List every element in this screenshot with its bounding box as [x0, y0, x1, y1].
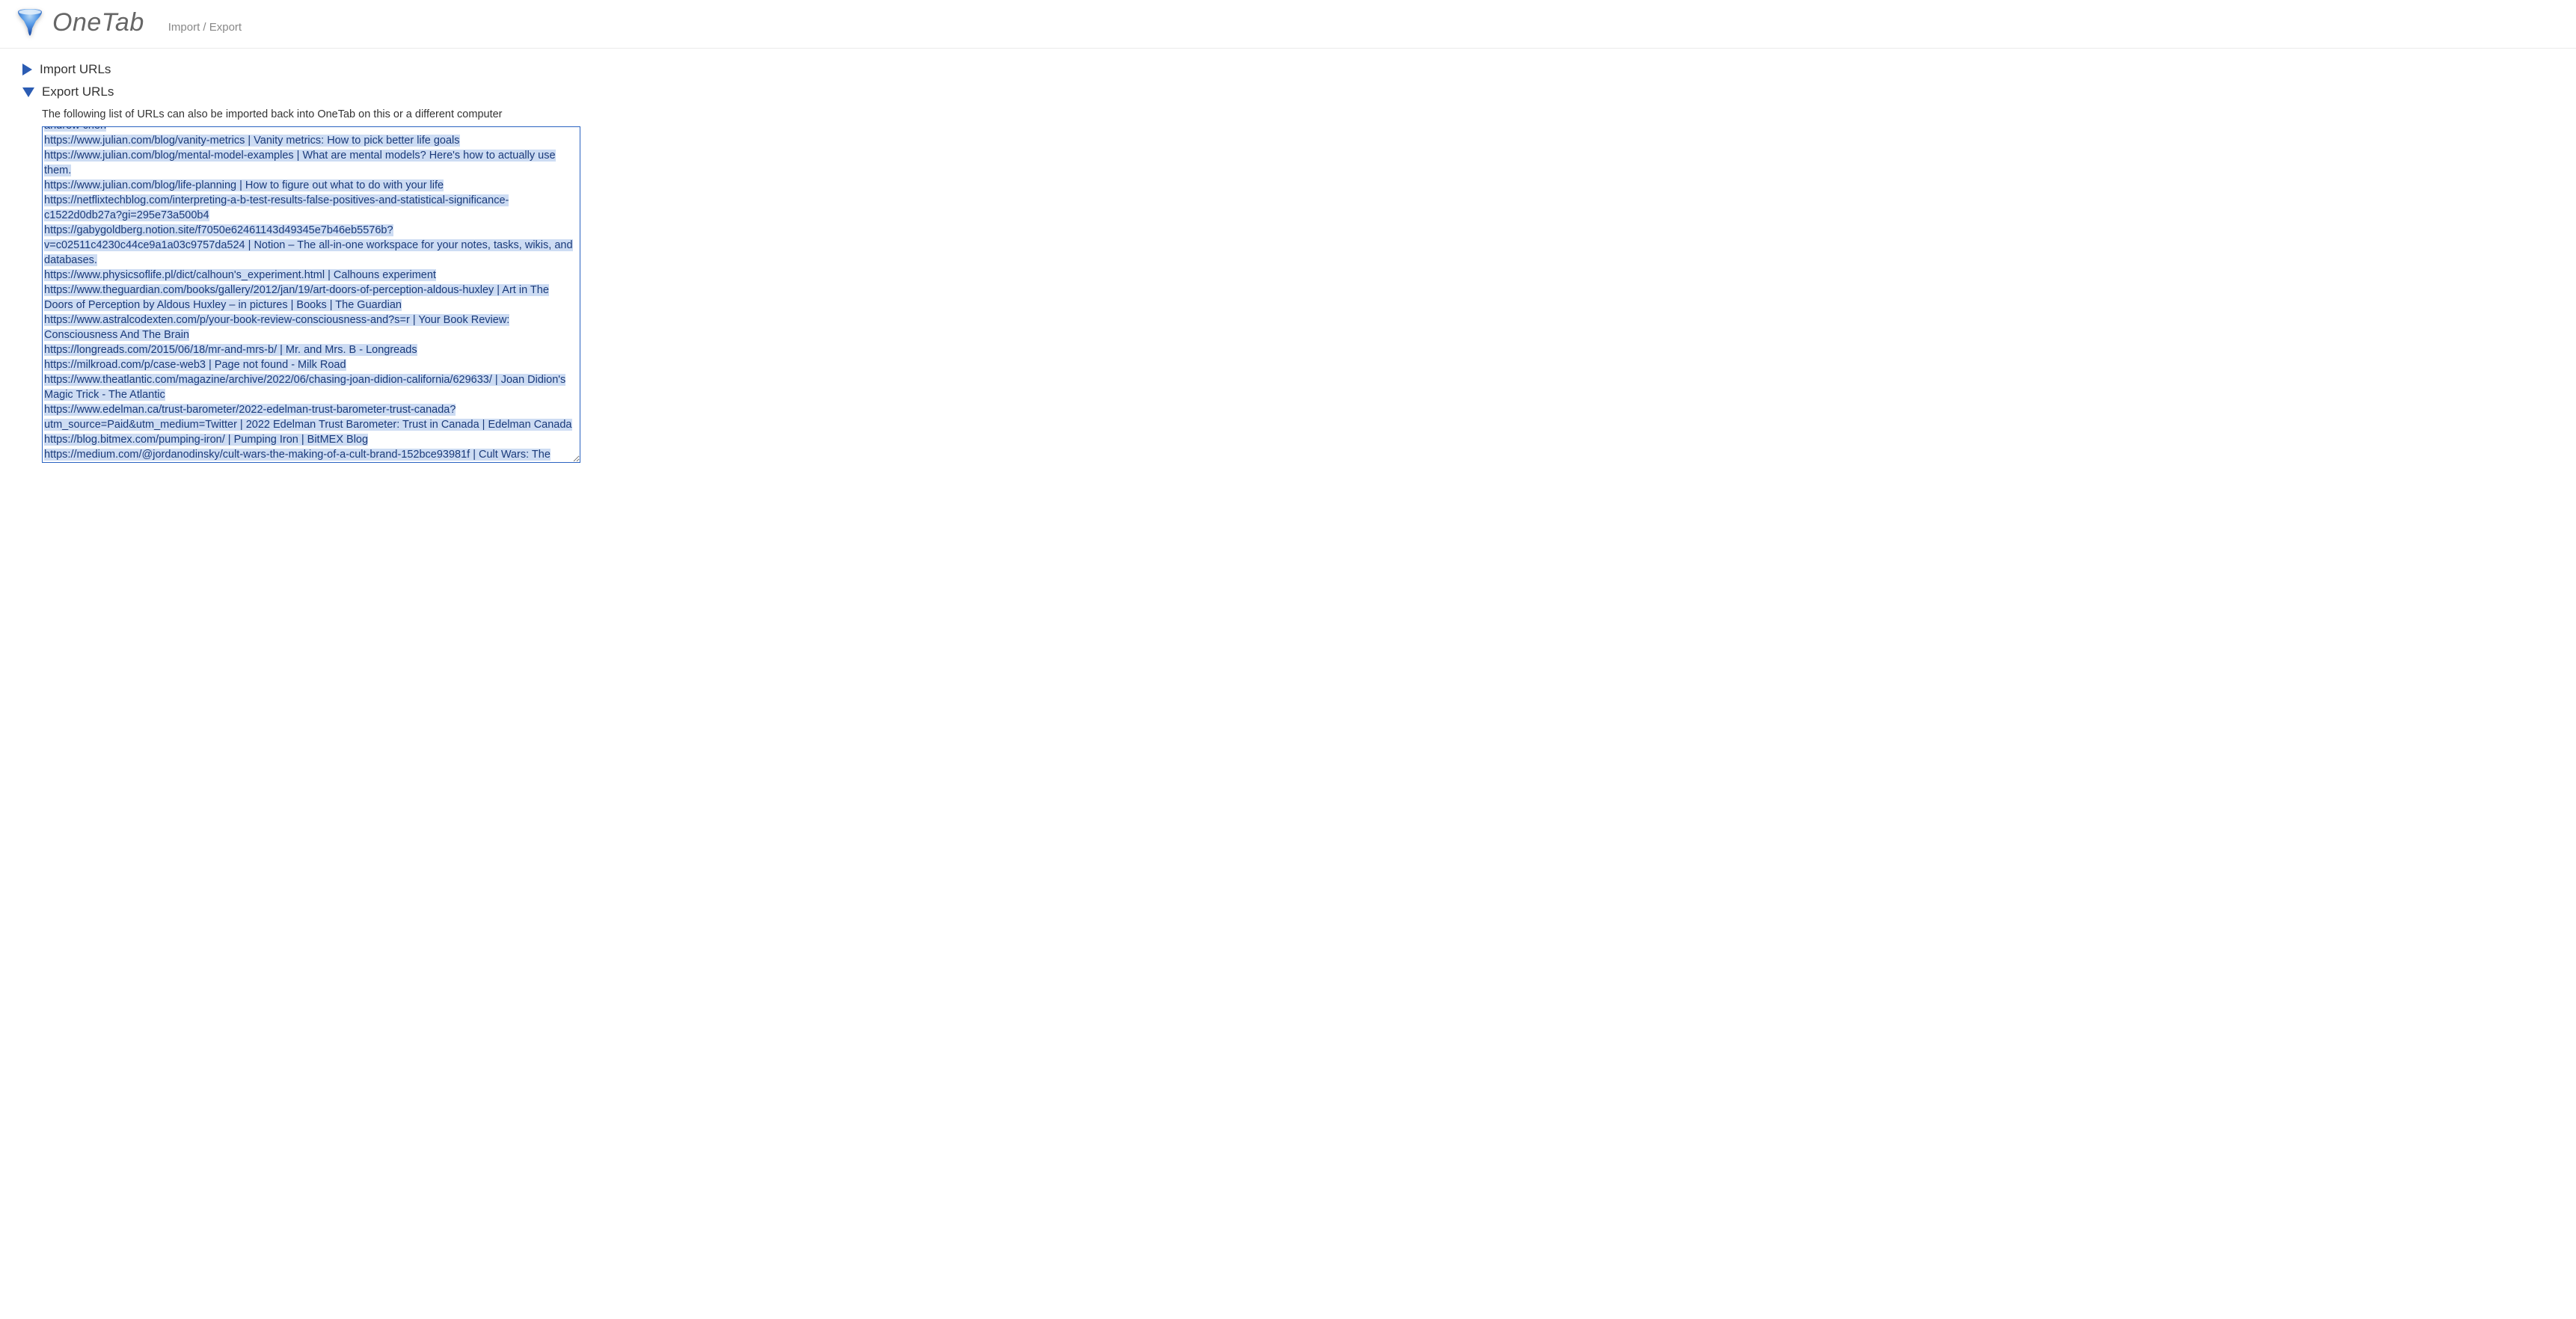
export-description: The following list of URLs can also be i…: [42, 108, 2554, 120]
export-title: Export URLs: [42, 84, 114, 99]
url-line[interactable]: https://www.julian.com/blog/mental-model…: [44, 150, 556, 176]
import-title: Import URLs: [40, 62, 111, 77]
main-content: Import URLs Export URLs The following li…: [0, 49, 2576, 476]
header: OneTab Import / Export: [0, 0, 2576, 49]
export-section-toggle[interactable]: Export URLs: [22, 84, 2554, 99]
header-subtitle: Import / Export: [168, 21, 242, 34]
url-line[interactable]: https://www.theguardian.com/books/galler…: [44, 284, 549, 311]
url-line[interactable]: https://www.astralcodexten.com/p/your-bo…: [44, 314, 509, 341]
import-section-toggle[interactable]: Import URLs: [22, 62, 2554, 77]
url-line[interactable]: https://www.julian.com/blog/vanity-metri…: [44, 135, 460, 147]
url-line[interactable]: https://www.theatlantic.com/magazine/arc…: [44, 374, 565, 401]
url-line[interactable]: https://milkroad.com/p/case-web3 | Page …: [44, 359, 346, 371]
url-line[interactable]: https://netflixtechblog.com/interpreting…: [44, 194, 509, 221]
triangle-down-icon: [22, 87, 34, 97]
url-line[interactable]: andrew chen: [44, 126, 106, 132]
url-line[interactable]: https://blog.bitmex.com/pumping-iron/ | …: [44, 434, 368, 446]
export-urls-content[interactable]: andrew chen https://www.julian.com/blog/v…: [44, 126, 578, 463]
url-line[interactable]: https://longreads.com/2015/06/18/mr-and-…: [44, 344, 417, 356]
logo-text: OneTab: [52, 8, 144, 37]
url-line[interactable]: https://www.julian.com/blog/life-plannin…: [44, 179, 444, 191]
export-urls-box[interactable]: andrew chen https://www.julian.com/blog/v…: [42, 126, 580, 463]
url-line[interactable]: https://www.physicsoflife.pl/dict/calhou…: [44, 269, 436, 281]
onetab-funnel-icon: [15, 7, 45, 37]
triangle-right-icon: [22, 64, 32, 76]
url-line[interactable]: https://www.edelman.ca/trust-barometer/2…: [44, 404, 572, 431]
url-line[interactable]: https://gabygoldberg.notion.site/f7050e6…: [44, 224, 573, 266]
url-line[interactable]: https://medium.com/@jordanodinsky/cult-w…: [44, 449, 551, 463]
logo[interactable]: OneTab: [15, 7, 144, 37]
